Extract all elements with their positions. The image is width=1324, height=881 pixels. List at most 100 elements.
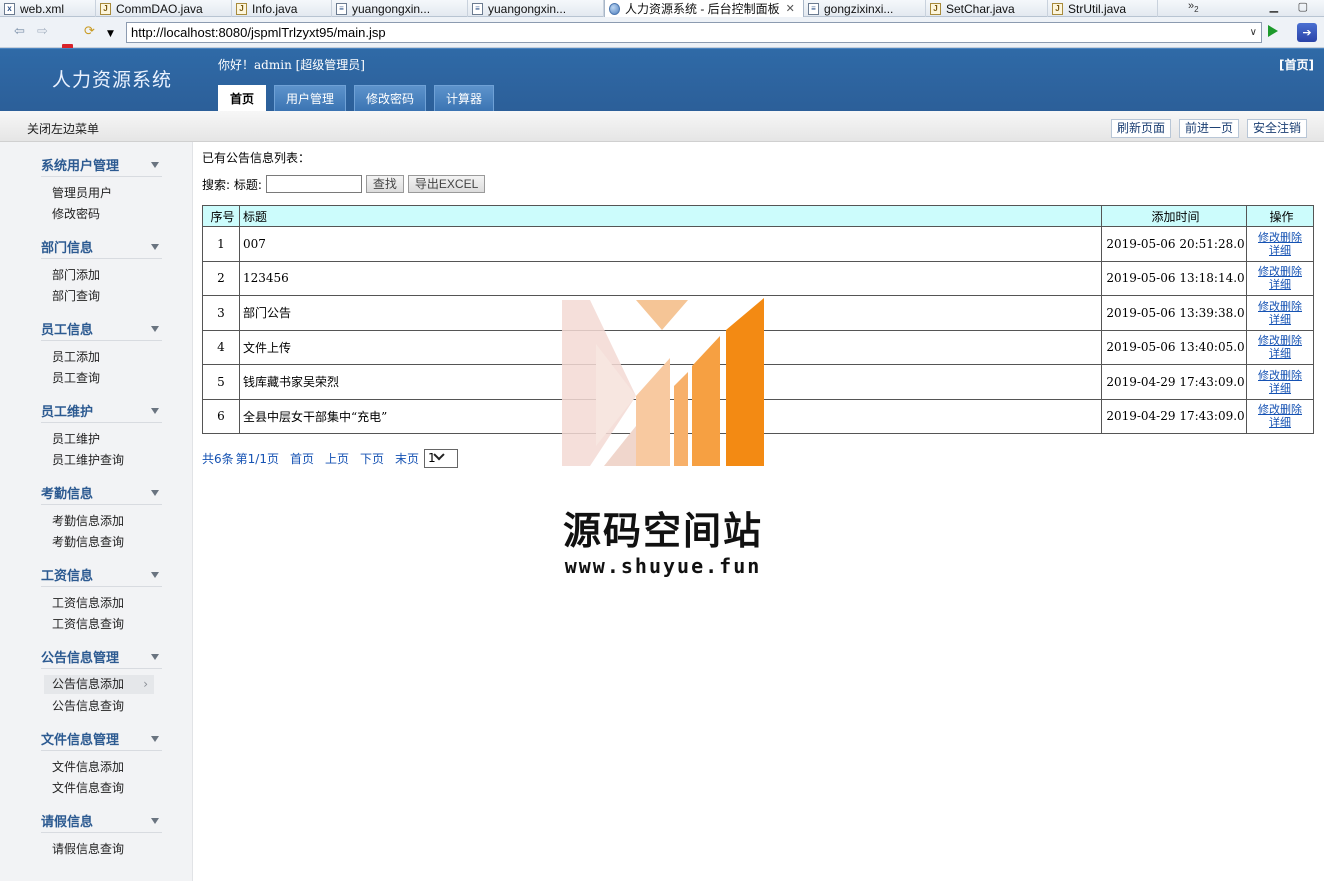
top-menu-tab[interactable]: 修改密码 [354,85,427,111]
pager-last-link[interactable]: 末页 [395,450,419,467]
delete-link[interactable]: 删除 [1280,231,1302,244]
edit-link[interactable]: 修改 [1258,403,1280,416]
sidebar-item-label: 部门查询 [52,289,101,303]
sidebar-group-title: 员工维护 [41,405,94,420]
top-menu-tab[interactable]: 首页 [218,85,267,111]
title-search-input[interactable] [265,175,362,193]
detail-link[interactable]: 详细 [1269,278,1291,291]
sidebar-item[interactable]: 员工维护 [52,430,100,447]
detail-link[interactable]: 详细 [1269,347,1291,360]
window-controls[interactable]: ▁ ▢ [1270,0,1316,13]
close-icon[interactable]: ✕ [786,2,795,15]
delete-link[interactable]: 删除 [1280,265,1302,278]
detail-link[interactable]: 详细 [1269,244,1291,257]
editor-tab[interactable]: J StrUtil.java [1048,0,1158,17]
pager-first-link[interactable]: 首页 [290,450,314,467]
sidebar-menu: 系统用户管理管理员用户修改密码部门信息部门添加部门查询员工信息员工添加员工查询员… [0,142,193,881]
detail-link[interactable]: 详细 [1269,382,1291,395]
close-left-menu-link[interactable]: 关闭左边菜单 [27,120,99,137]
sidebar-group[interactable]: 文件信息管理 [41,724,162,751]
delete-link[interactable]: 删除 [1280,403,1302,416]
editor-tab[interactable]: J SetChar.java [926,0,1048,17]
logout-button[interactable]: 安全注销 [1246,119,1307,138]
chevron-down-icon[interactable] [151,490,159,496]
sidebar-item[interactable]: 员工查询 [52,369,100,386]
chevron-down-icon[interactable] [151,736,159,742]
sidebar-item[interactable]: 修改密码 [52,205,100,222]
pager-prev-link[interactable]: 上页 [325,450,349,467]
page-select[interactable]: 1 [424,449,459,468]
url-dropdown-icon[interactable]: ∨ [1250,23,1257,42]
forward-page-button[interactable]: 前进一页 [1178,119,1239,138]
edit-link[interactable]: 修改 [1258,265,1280,278]
sidebar-item[interactable]: 员工添加 [52,348,100,365]
detail-link[interactable]: 详细 [1269,416,1291,429]
sidebar-item[interactable]: 公告信息查询 [52,697,124,714]
sidebar-group[interactable]: 员工信息 [41,314,162,341]
chevron-down-icon[interactable] [151,326,159,332]
chevron-down-icon[interactable] [151,162,159,168]
edit-link[interactable]: 修改 [1258,300,1280,313]
system-title: 人力资源系统 [52,69,173,91]
sidebar-item[interactable]: 管理员用户 [52,184,112,201]
search-button[interactable]: 查找 [365,175,404,193]
sidebar-item[interactable]: 文件信息查询 [52,779,124,796]
chevron-down-icon[interactable] [151,244,159,250]
sidebar-item[interactable]: 部门查询 [52,287,100,304]
sidebar-item[interactable]: 考勤信息添加 [52,512,124,529]
sidebar-item[interactable]: 工资信息添加 [52,594,124,611]
editor-tab-strip: x web.xml J CommDAO.java J Info.java ≡ yuangong… [0,0,1324,17]
sidebar-item[interactable]: 请假信息查询 [52,840,124,857]
detail-link[interactable]: 详细 [1269,313,1291,326]
sidebar-group[interactable]: 请假信息 [41,806,162,833]
tab-overflow-button[interactable]: »2 [1188,0,1199,14]
sidebar-item[interactable]: 部门添加 [52,266,100,283]
chevron-down-icon[interactable] [151,572,159,578]
sidebar-group[interactable]: 公告信息管理 [41,642,162,669]
chevron-down-icon[interactable] [151,818,159,824]
chevron-right-icon: › [143,677,148,691]
back-arrow-icon[interactable]: ⇦ [14,25,25,39]
history-dropdown-icon[interactable]: ▼ [107,27,114,41]
top-menu-tab[interactable]: 计算器 [434,85,495,111]
sidebar-item[interactable]: 公告信息添加 › [44,675,154,694]
editor-tab[interactable]: ≡ gongzixinxi... [804,0,926,17]
sidebar-group[interactable]: 工资信息 [41,560,162,587]
editor-tab[interactable]: ≡ yuangongxin... [468,0,604,17]
delete-link[interactable]: 删除 [1280,334,1302,347]
sidebar-item[interactable]: 员工维护查询 [52,451,124,468]
edit-link[interactable]: 修改 [1258,334,1280,347]
export-excel-button[interactable]: 导出EXCEL [407,175,486,193]
pager-page: 第1/1页 [235,452,279,466]
row-no: 1 [202,226,240,262]
refresh-icon[interactable]: ⟳ [84,25,95,39]
delete-link[interactable]: 删除 [1280,369,1302,382]
forward-arrow-icon[interactable]: ⇨ [37,25,48,39]
sidebar-group[interactable]: 部门信息 [41,232,162,259]
edit-link[interactable]: 修改 [1258,369,1280,382]
sidebar-group[interactable]: 考勤信息 [41,478,162,505]
row-no: 6 [202,398,240,434]
chevron-down-icon[interactable] [151,654,159,660]
top-menu-tab[interactable]: 用户管理 [274,85,347,111]
chevron-down-icon[interactable] [151,408,159,414]
sidebar-group[interactable]: 系统用户管理 [41,150,162,177]
home-link[interactable]: [首页] [1279,56,1314,73]
external-browser-icon[interactable]: ➔ [1297,23,1317,42]
editor-tab[interactable]: J Info.java [232,0,332,17]
edit-link[interactable]: 修改 [1258,231,1280,244]
editor-tab[interactable]: J CommDAO.java [96,0,232,17]
refresh-page-button[interactable]: 刷新页面 [1110,119,1171,138]
sidebar-item[interactable]: 考勤信息查询 [52,533,124,550]
url-input[interactable]: http://localhost:8080/jspmlTrlzyxt95/mai… [126,22,1262,43]
editor-tab[interactable]: 人力资源系统 - 后台控制面板 ✕ [604,0,804,17]
sidebar-item[interactable]: 工资信息查询 [52,615,124,632]
sidebar-item[interactable]: 文件信息添加 [52,758,124,775]
pager-next-link[interactable]: 下页 [360,450,384,467]
delete-link[interactable]: 删除 [1280,300,1302,313]
editor-tab[interactable]: x web.xml [0,0,96,17]
editor-tab[interactable]: ≡ yuangongxin... [332,0,468,17]
sidebar-group-title: 公告信息管理 [41,651,120,666]
sidebar-group[interactable]: 员工维护 [41,396,162,423]
go-icon[interactable] [1268,25,1278,37]
